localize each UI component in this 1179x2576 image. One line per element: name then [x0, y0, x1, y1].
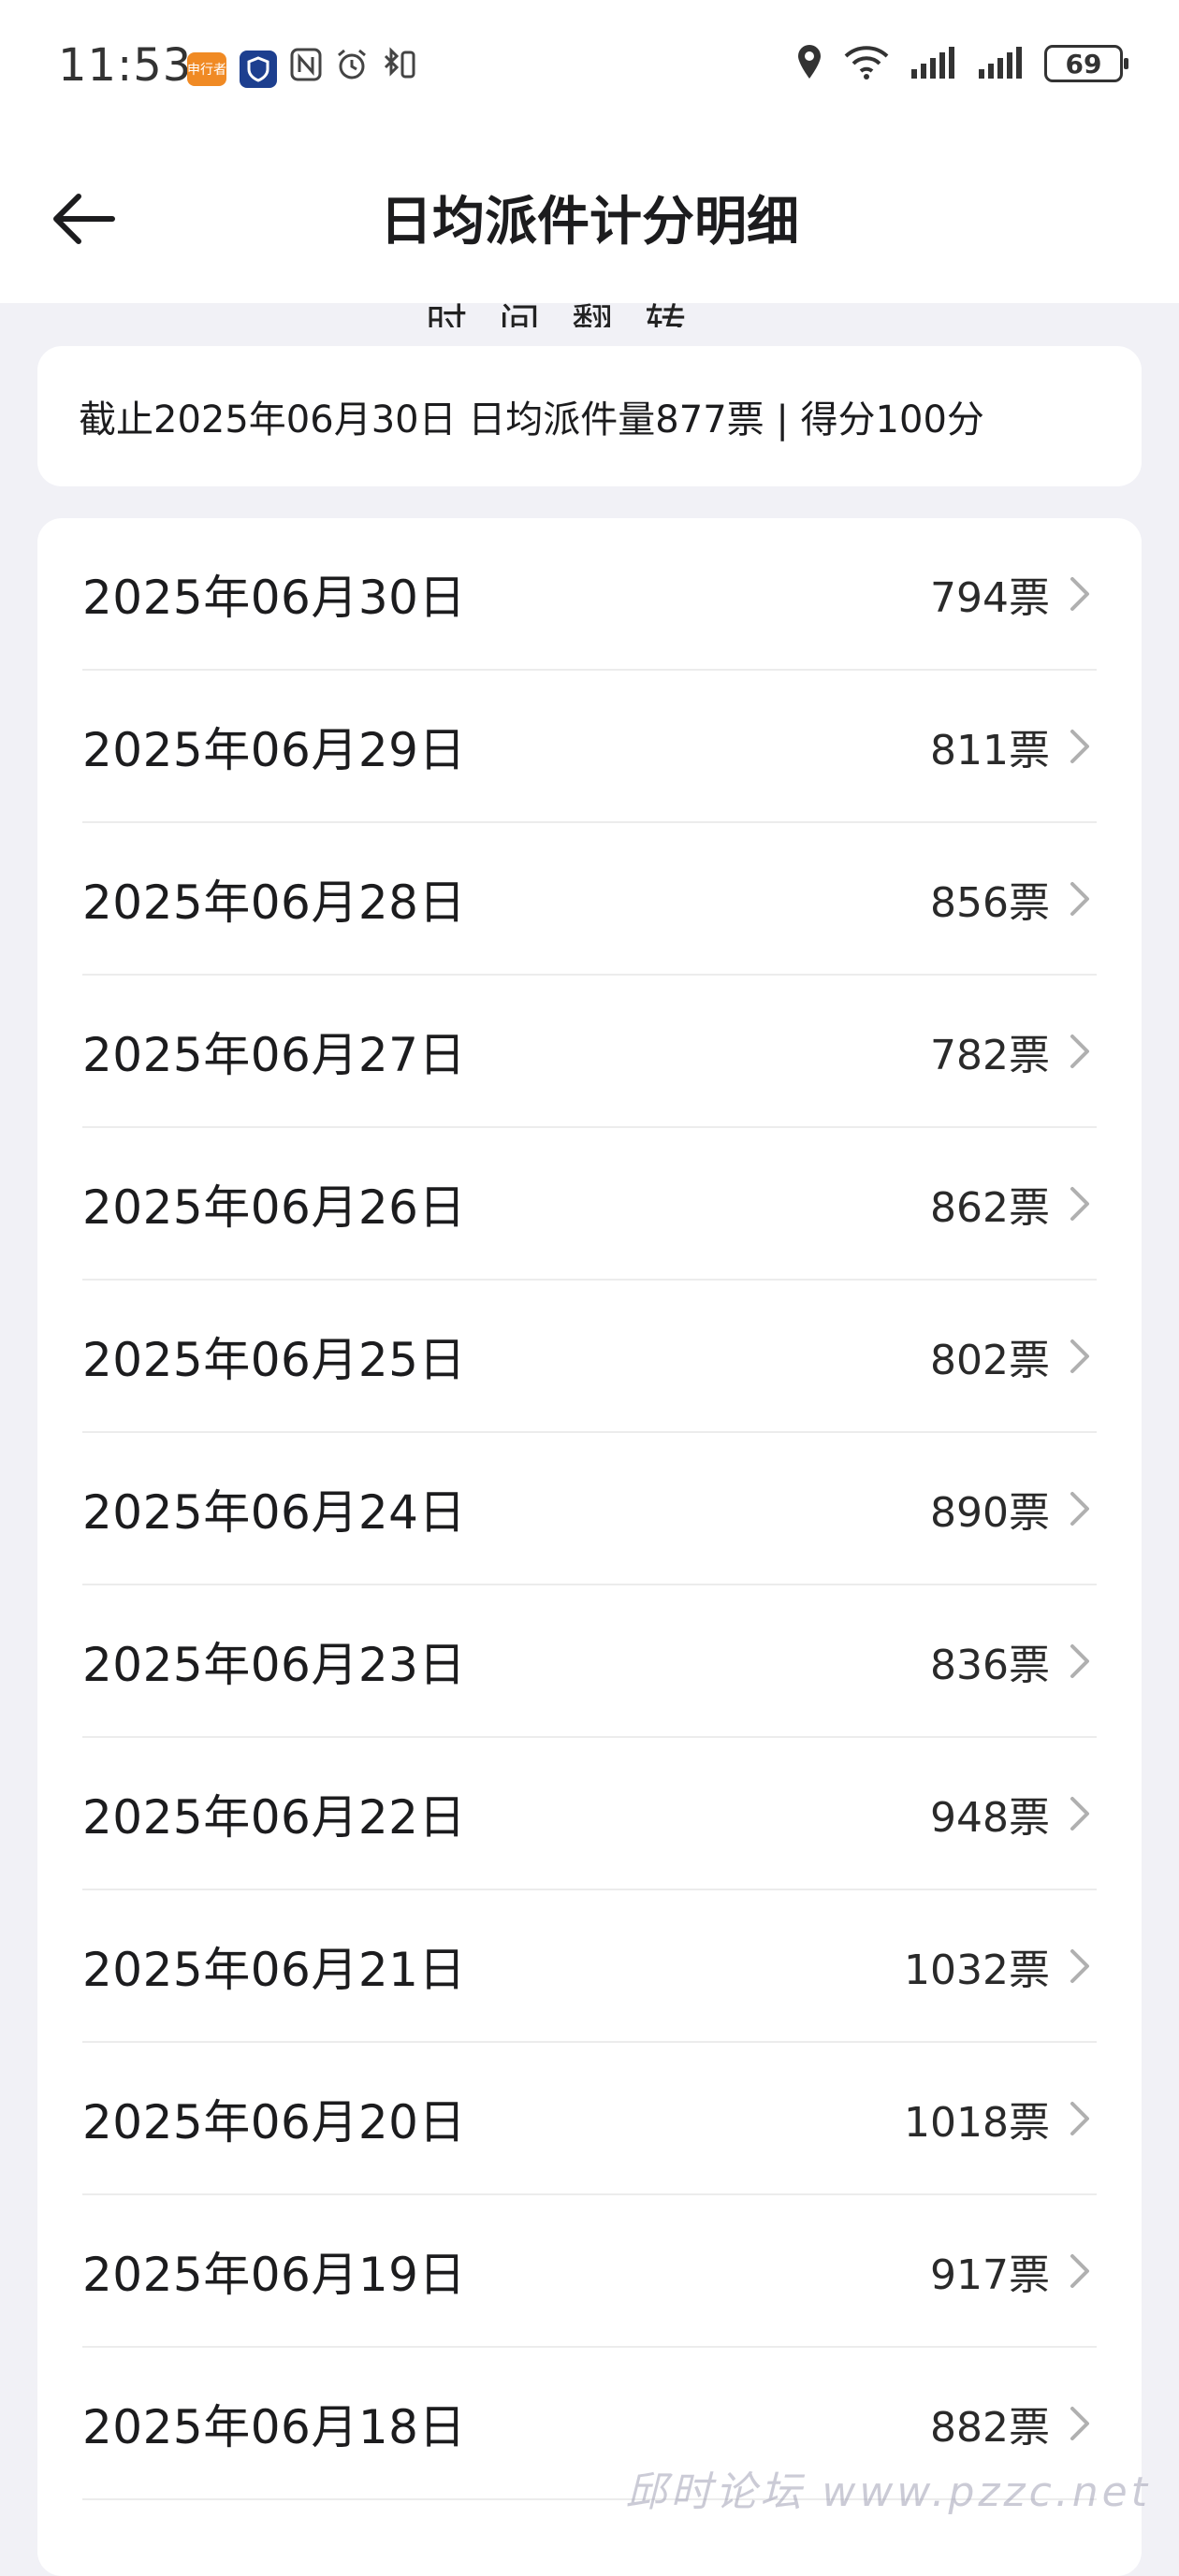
row-count: 811票 [930, 716, 1050, 776]
chevron-right-icon [1067, 1946, 1093, 1987]
row-right: 917票 [930, 2241, 1097, 2301]
row-right: 882票 [930, 2394, 1097, 2453]
row-count: 917票 [930, 2241, 1050, 2301]
wifi-icon [842, 43, 891, 84]
list-item[interactable]: 2025年06月29日 811票 [82, 671, 1097, 823]
nav-bar: 日均派件计分明细 [0, 135, 1179, 303]
chevron-right-icon [1067, 726, 1093, 767]
row-date: 2025年06月26日 [82, 1170, 466, 1237]
row-right: 856票 [930, 869, 1097, 929]
battery-icon: 69 [1044, 45, 1123, 82]
signal-icon [910, 45, 958, 82]
row-count: 1018票 [904, 2089, 1050, 2149]
row-count: 782票 [930, 1021, 1050, 1081]
list-item[interactable]: 2025年06月21日 1032票 [82, 1890, 1097, 2043]
chevron-right-icon [1067, 2098, 1093, 2139]
list-item[interactable]: 2025年06月27日 782票 [82, 976, 1097, 1128]
row-count: 1032票 [904, 1936, 1050, 1996]
row-right: 782票 [930, 1021, 1097, 1081]
summary-card: 截止2025年06月30日 日均派件量877票 | 得分100分 [37, 346, 1142, 486]
chevron-right-icon [1067, 1488, 1093, 1529]
row-right: 802票 [930, 1326, 1097, 1386]
row-date: 2025年06月29日 [82, 713, 466, 780]
page-title: 日均派件计分明细 [0, 180, 1179, 255]
shield-icon [240, 51, 277, 88]
row-date: 2025年06月25日 [82, 1323, 466, 1390]
list-item[interactable]: 2025年06月25日 802票 [82, 1281, 1097, 1433]
chevron-right-icon [1067, 1031, 1093, 1072]
list-item[interactable]: 2025年06月28日 856票 [82, 823, 1097, 976]
row-count: 882票 [930, 2394, 1050, 2453]
row-count: 948票 [930, 1784, 1050, 1844]
summary-text: 截止2025年06月30日 日均派件量877票 | 得分100分 [79, 389, 984, 443]
nfc-icon [290, 48, 322, 90]
peek-text: 时间翻转 [426, 303, 718, 327]
row-count: 794票 [930, 564, 1050, 624]
row-date: 2025年06月22日 [82, 1780, 466, 1847]
row-count: 856票 [930, 869, 1050, 929]
bluetooth-icon [382, 47, 415, 91]
row-right: 890票 [930, 1479, 1097, 1539]
row-date: 2025年06月27日 [82, 1018, 466, 1085]
alarm-icon [335, 48, 369, 90]
row-right: 862票 [930, 1174, 1097, 1234]
status-left-icons: 申行者 [187, 47, 415, 91]
status-bar: 11:53 申行者 69 [0, 0, 1179, 135]
chevron-right-icon [1067, 1336, 1093, 1377]
row-right: 948票 [930, 1784, 1097, 1844]
row-date: 2025年06月23日 [82, 1628, 466, 1695]
status-time: 11:53 [58, 39, 192, 92]
watermark: 邱时论坛 www.pzzc.net [625, 2458, 1151, 2518]
location-icon [795, 43, 823, 84]
status-right-icons: 69 [795, 43, 1123, 84]
peek-strip: 时间翻转 [0, 303, 1179, 327]
chevron-right-icon [1067, 1793, 1093, 1834]
daily-list: 2025年06月30日 794票 2025年06月29日 811票 2025年06月28… [37, 518, 1142, 2576]
chevron-right-icon [1067, 2403, 1093, 2444]
row-right: 836票 [930, 1631, 1097, 1691]
list-item[interactable]: 2025年06月24日 890票 [82, 1433, 1097, 1585]
list-item[interactable]: 2025年06月23日 836票 [82, 1585, 1097, 1738]
row-date: 2025年06月30日 [82, 560, 466, 628]
row-count: 802票 [930, 1326, 1050, 1386]
signal-icon-2 [977, 45, 1026, 82]
list-item[interactable]: 2025年06月19日 917票 [82, 2195, 1097, 2348]
row-date: 2025年06月24日 [82, 1475, 466, 1542]
row-date: 2025年06月21日 [82, 1932, 466, 2000]
list-item[interactable]: 2025年06月30日 794票 [82, 518, 1097, 671]
row-right: 794票 [930, 564, 1097, 624]
list-item[interactable]: 2025年06月20日 1018票 [82, 2043, 1097, 2195]
list-item[interactable]: 2025年06月22日 948票 [82, 1738, 1097, 1890]
chevron-right-icon [1067, 2250, 1093, 2292]
chevron-right-icon [1067, 1183, 1093, 1224]
row-date: 2025年06月28日 [82, 865, 466, 933]
row-count: 862票 [930, 1174, 1050, 1234]
row-right: 1018票 [904, 2089, 1097, 2149]
row-date: 2025年06月20日 [82, 2085, 466, 2152]
row-count: 836票 [930, 1631, 1050, 1691]
list-item[interactable]: 2025年06月26日 862票 [82, 1128, 1097, 1281]
chevron-right-icon [1067, 878, 1093, 919]
row-count: 890票 [930, 1479, 1050, 1539]
chevron-right-icon [1067, 1641, 1093, 1682]
row-date: 2025年06月18日 [82, 2390, 466, 2457]
app-badge-icon: 申行者 [187, 52, 226, 86]
chevron-right-icon [1067, 573, 1093, 615]
row-right: 811票 [930, 716, 1097, 776]
row-date: 2025年06月19日 [82, 2237, 466, 2305]
row-right: 1032票 [904, 1936, 1097, 1996]
